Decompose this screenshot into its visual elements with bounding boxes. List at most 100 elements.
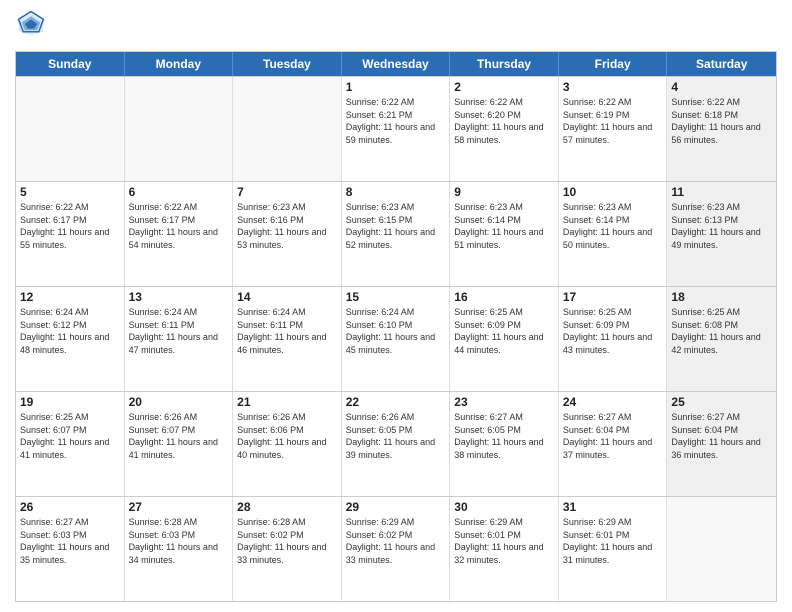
cell-info: Sunrise: 6:22 AM Sunset: 6:17 PM Dayligh…	[20, 201, 120, 251]
calendar-cell: 31 Sunrise: 6:29 AM Sunset: 6:01 PM Dayli…	[559, 497, 668, 601]
day-number: 28	[237, 500, 337, 514]
calendar-cell: 20 Sunrise: 6:26 AM Sunset: 6:07 PM Dayli…	[125, 392, 234, 496]
calendar-week-3: 12 Sunrise: 6:24 AM Sunset: 6:12 PM Dayli…	[16, 286, 776, 391]
cell-info: Sunrise: 6:25 AM Sunset: 6:08 PM Dayligh…	[671, 306, 772, 356]
cell-info: Sunrise: 6:24 AM Sunset: 6:10 PM Dayligh…	[346, 306, 446, 356]
calendar-cell	[125, 77, 234, 181]
calendar-cell: 6Sunrise: 6:22 AM Sunset: 6:17 PM Daylig…	[125, 182, 234, 286]
day-number: 9	[454, 185, 554, 199]
day-header-tuesday: Tuesday	[233, 52, 342, 76]
header	[15, 10, 777, 43]
day-number: 17	[563, 290, 663, 304]
logo-icon	[17, 10, 45, 38]
day-number: 1	[346, 80, 446, 94]
calendar-cell: 21 Sunrise: 6:26 AM Sunset: 6:06 PM Dayli…	[233, 392, 342, 496]
calendar-cell: 12 Sunrise: 6:24 AM Sunset: 6:12 PM Dayli…	[16, 287, 125, 391]
calendar-cell: 13Sunrise: 6:24 AM Sunset: 6:11 PM Dayli…	[125, 287, 234, 391]
calendar-cell: 14 Sunrise: 6:24 AM Sunset: 6:11 PM Dayli…	[233, 287, 342, 391]
day-header-friday: Friday	[559, 52, 668, 76]
cell-info: Sunrise: 6:26 AM Sunset: 6:05 PM Dayligh…	[346, 411, 446, 461]
day-header-saturday: Saturday	[667, 52, 776, 76]
calendar-header: SundayMondayTuesdayWednesdayThursdayFrid…	[16, 52, 776, 76]
cell-info: Sunrise: 6:22 AM Sunset: 6:20 PM Dayligh…	[454, 96, 554, 146]
cell-info: Sunrise: 6:27 AM Sunset: 6:04 PM Dayligh…	[671, 411, 772, 461]
day-number: 12	[20, 290, 120, 304]
cell-info: Sunrise: 6:25 AM Sunset: 6:09 PM Dayligh…	[563, 306, 663, 356]
calendar-week-2: 5 Sunrise: 6:22 AM Sunset: 6:17 PM Daylig…	[16, 181, 776, 286]
calendar-cell: 18 Sunrise: 6:25 AM Sunset: 6:08 PM Dayli…	[667, 287, 776, 391]
day-number: 8	[346, 185, 446, 199]
cell-info: Sunrise: 6:28 AM Sunset: 6:03 PM Dayligh…	[129, 516, 229, 566]
day-number: 18	[671, 290, 772, 304]
day-number: 29	[346, 500, 446, 514]
cell-info: Sunrise: 6:27 AM Sunset: 6:05 PM Dayligh…	[454, 411, 554, 461]
calendar-cell: 15 Sunrise: 6:24 AM Sunset: 6:10 PM Dayli…	[342, 287, 451, 391]
day-number: 30	[454, 500, 554, 514]
day-number: 15	[346, 290, 446, 304]
day-number: 25	[671, 395, 772, 409]
day-header-wednesday: Wednesday	[342, 52, 451, 76]
day-number: 13	[129, 290, 229, 304]
cell-info: Sunrise: 6:22 AM Sunset: 6:21 PM Dayligh…	[346, 96, 446, 146]
cell-info: Sunrise: 6:29 AM Sunset: 6:01 PM Dayligh…	[563, 516, 663, 566]
calendar-cell: 3 Sunrise: 6:22 AM Sunset: 6:19 PM Daylig…	[559, 77, 668, 181]
cell-info: Sunrise: 6:22 AM Sunset: 6:19 PM Dayligh…	[563, 96, 663, 146]
cell-info: Sunrise: 6:26 AM Sunset: 6:07 PM Dayligh…	[129, 411, 229, 461]
logo	[15, 10, 45, 43]
day-number: 31	[563, 500, 663, 514]
calendar-cell: 4 Sunrise: 6:22 AM Sunset: 6:18 PM Daylig…	[667, 77, 776, 181]
calendar-week-5: 26 Sunrise: 6:27 AM Sunset: 6:03 PM Dayli…	[16, 496, 776, 601]
day-header-monday: Monday	[125, 52, 234, 76]
day-header-sunday: Sunday	[16, 52, 125, 76]
calendar-cell: 27 Sunrise: 6:28 AM Sunset: 6:03 PM Dayli…	[125, 497, 234, 601]
calendar-week-4: 19Sunrise: 6:25 AM Sunset: 6:07 PM Dayli…	[16, 391, 776, 496]
day-number: 5	[20, 185, 120, 199]
calendar-cell: 11 Sunrise: 6:23 AM Sunset: 6:13 PM Dayli…	[667, 182, 776, 286]
day-number: 27	[129, 500, 229, 514]
calendar-cell: 10Sunrise: 6:23 AM Sunset: 6:14 PM Dayli…	[559, 182, 668, 286]
calendar-cell	[16, 77, 125, 181]
cell-info: Sunrise: 6:27 AM Sunset: 6:03 PM Dayligh…	[20, 516, 120, 566]
cell-info: Sunrise: 6:28 AM Sunset: 6:02 PM Dayligh…	[237, 516, 337, 566]
calendar-cell: 28 Sunrise: 6:28 AM Sunset: 6:02 PM Dayli…	[233, 497, 342, 601]
cell-info: Sunrise: 6:22 AM Sunset: 6:18 PM Dayligh…	[671, 96, 772, 146]
cell-info: Sunrise: 6:23 AM Sunset: 6:15 PM Dayligh…	[346, 201, 446, 251]
day-number: 24	[563, 395, 663, 409]
day-number: 4	[671, 80, 772, 94]
calendar-body: 1 Sunrise: 6:22 AM Sunset: 6:21 PM Daylig…	[16, 76, 776, 601]
calendar: SundayMondayTuesdayWednesdayThursdayFrid…	[15, 51, 777, 602]
calendar-cell: 5 Sunrise: 6:22 AM Sunset: 6:17 PM Daylig…	[16, 182, 125, 286]
day-number: 21	[237, 395, 337, 409]
calendar-cell: 30Sunrise: 6:29 AM Sunset: 6:01 PM Dayli…	[450, 497, 559, 601]
calendar-cell: 17 Sunrise: 6:25 AM Sunset: 6:09 PM Dayli…	[559, 287, 668, 391]
calendar-cell: 16Sunrise: 6:25 AM Sunset: 6:09 PM Dayli…	[450, 287, 559, 391]
day-number: 11	[671, 185, 772, 199]
calendar-cell	[667, 497, 776, 601]
cell-info: Sunrise: 6:24 AM Sunset: 6:12 PM Dayligh…	[20, 306, 120, 356]
day-number: 20	[129, 395, 229, 409]
calendar-cell: 8 Sunrise: 6:23 AM Sunset: 6:15 PM Daylig…	[342, 182, 451, 286]
page: SundayMondayTuesdayWednesdayThursdayFrid…	[0, 0, 792, 612]
day-number: 23	[454, 395, 554, 409]
cell-info: Sunrise: 6:22 AM Sunset: 6:17 PM Dayligh…	[129, 201, 229, 251]
cell-info: Sunrise: 6:23 AM Sunset: 6:13 PM Dayligh…	[671, 201, 772, 251]
day-number: 26	[20, 500, 120, 514]
day-number: 16	[454, 290, 554, 304]
cell-info: Sunrise: 6:26 AM Sunset: 6:06 PM Dayligh…	[237, 411, 337, 461]
calendar-cell: 24 Sunrise: 6:27 AM Sunset: 6:04 PM Dayli…	[559, 392, 668, 496]
calendar-cell: 19Sunrise: 6:25 AM Sunset: 6:07 PM Dayli…	[16, 392, 125, 496]
cell-info: Sunrise: 6:29 AM Sunset: 6:02 PM Dayligh…	[346, 516, 446, 566]
calendar-cell: 26 Sunrise: 6:27 AM Sunset: 6:03 PM Dayli…	[16, 497, 125, 601]
calendar-cell: 2 Sunrise: 6:22 AM Sunset: 6:20 PM Daylig…	[450, 77, 559, 181]
day-number: 14	[237, 290, 337, 304]
calendar-cell: 23 Sunrise: 6:27 AM Sunset: 6:05 PM Dayli…	[450, 392, 559, 496]
day-number: 3	[563, 80, 663, 94]
cell-info: Sunrise: 6:27 AM Sunset: 6:04 PM Dayligh…	[563, 411, 663, 461]
calendar-cell: 1 Sunrise: 6:22 AM Sunset: 6:21 PM Daylig…	[342, 77, 451, 181]
day-number: 2	[454, 80, 554, 94]
day-number: 10	[563, 185, 663, 199]
calendar-cell: 7Sunrise: 6:23 AM Sunset: 6:16 PM Daylig…	[233, 182, 342, 286]
cell-info: Sunrise: 6:24 AM Sunset: 6:11 PM Dayligh…	[237, 306, 337, 356]
calendar-cell: 22Sunrise: 6:26 AM Sunset: 6:05 PM Dayli…	[342, 392, 451, 496]
calendar-week-1: 1 Sunrise: 6:22 AM Sunset: 6:21 PM Daylig…	[16, 76, 776, 181]
